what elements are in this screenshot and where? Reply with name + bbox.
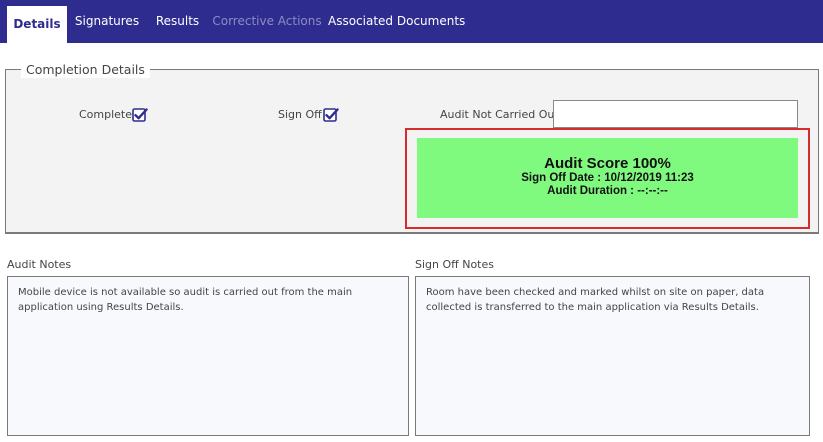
tab-results[interactable]: Results	[150, 0, 205, 43]
audit-duration: Audit Duration : --:--:--	[547, 185, 668, 197]
signoff-notes-label: Sign Off Notes	[415, 258, 494, 271]
audit-notes-textarea[interactable]: Mobile device is not available so audit …	[7, 276, 409, 436]
signoff-notes-textarea[interactable]: Room have been checked and marked whilst…	[415, 276, 810, 436]
audit-notes-label: Audit Notes	[7, 258, 72, 271]
tab-corrective-actions: Corrective Actions	[212, 14, 322, 28]
tab-associated-documents[interactable]: Associated Documents	[328, 0, 465, 43]
audit-score-title: Audit Score 100%	[544, 155, 671, 172]
audit-not-carried-out-label: Audit Not Carried Out	[440, 108, 559, 121]
tab-details[interactable]: Details	[7, 6, 67, 43]
complete-label: Complete	[79, 108, 133, 121]
completion-details-panel: Completion Details Complete Sign Off Aud…	[5, 62, 819, 234]
tab-bar: Details Signatures Results Corrective Ac…	[0, 0, 823, 43]
audit-score-box: Audit Score 100% Sign Off Date : 10/12/2…	[417, 138, 798, 218]
complete-checkbox-icon[interactable]	[132, 107, 148, 123]
tab-signatures[interactable]: Signatures	[70, 0, 144, 43]
completion-details-legend: Completion Details	[21, 62, 150, 78]
signoff-label: Sign Off	[278, 108, 322, 121]
signoff-checkbox-icon[interactable]	[323, 107, 339, 123]
audit-not-carried-out-field[interactable]	[553, 100, 798, 128]
audit-score-highlight: Audit Score 100% Sign Off Date : 10/12/2…	[405, 128, 810, 229]
signoff-date: Sign Off Date : 10/12/2019 11:23	[521, 172, 694, 184]
